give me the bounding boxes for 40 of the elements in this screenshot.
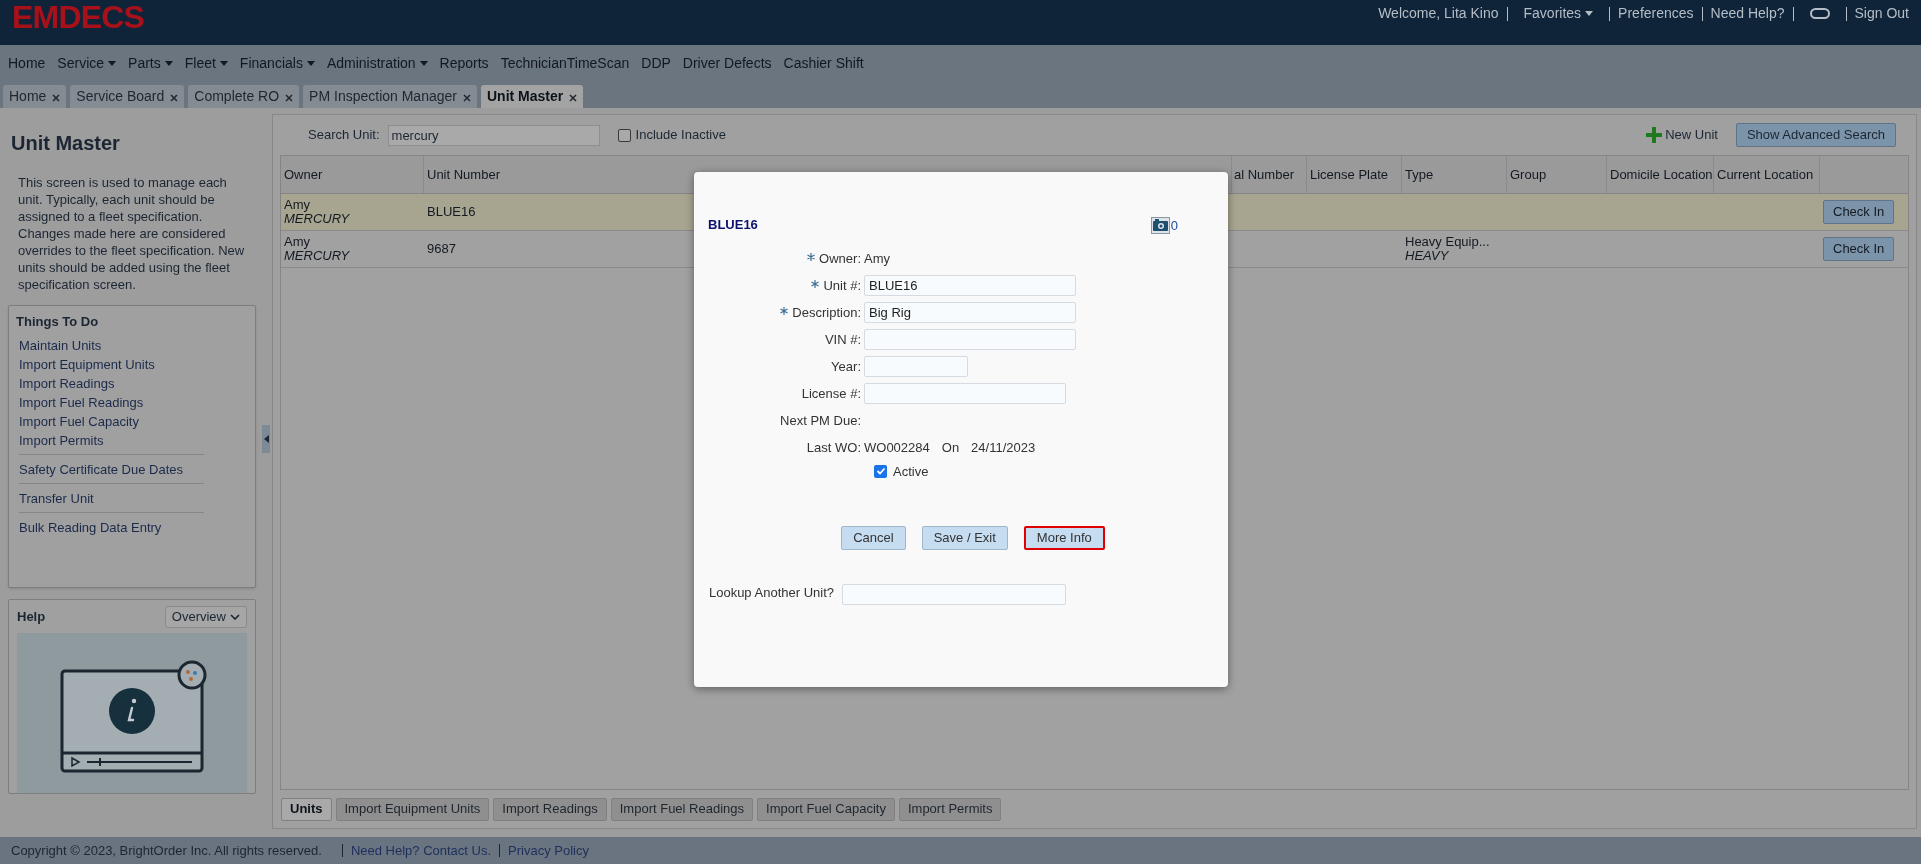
checkbox-label: Include Inactive — [635, 126, 726, 145]
type-name: Heavy Equip... — [1405, 235, 1491, 249]
page-title: Unit Master — [11, 131, 121, 156]
field-label: Next PM Due: — [780, 411, 861, 430]
logo: EMDECS — [12, 0, 145, 34]
column-header: License Plate — [1307, 156, 1402, 193]
search-label: Search Unit: — [308, 126, 380, 145]
unit-number: BLUE16 — [427, 203, 476, 222]
dialog-title: BLUE16 — [708, 216, 758, 234]
photo-count: 0 — [1170, 217, 1178, 235]
field-value: Amy — [864, 249, 890, 268]
lookup-label: Lookup Another Unit? — [707, 584, 834, 601]
field-label: Owner: — [819, 249, 861, 268]
field-label: Description: — [792, 303, 861, 322]
owner-name: Amy — [284, 235, 311, 249]
column-header: Group — [1507, 156, 1607, 193]
description-text: This screen is used to manage each unit. Typically, each unit should be assigned to a fleet specification. Changes made here are considered overrides to the fleet specification. New units should be added using the fleet specification screen. — [18, 174, 246, 293]
field-label: Unit #: — [823, 276, 861, 295]
column-header: Type — [1402, 156, 1507, 193]
field-label: Last WO: — [806, 438, 861, 457]
owner-group: MERCURY — [284, 212, 424, 226]
field-label: License #: — [801, 384, 861, 403]
owner-name: Amy — [284, 198, 311, 212]
work-order-number: WO002284 — [864, 438, 930, 457]
field-label: VIN #: — [824, 330, 861, 349]
panel-title: Help — [17, 608, 46, 626]
field-label: Year: — [831, 357, 861, 376]
on-label: On — [941, 438, 960, 457]
panel-title: Things To Do — [16, 313, 100, 331]
type-code: HEAVY — [1405, 249, 1449, 263]
column-header: al Number — [1232, 156, 1307, 193]
unit-number: 9687 — [427, 240, 456, 259]
column-header: Owner — [281, 156, 424, 193]
column-header: Domicile Location — [1607, 156, 1714, 193]
owner-group: MERCURY — [284, 249, 424, 263]
welcome-text: Welcome, Lita Kino — [1378, 4, 1499, 23]
work-order-date: 24/11/2023 — [971, 438, 1036, 457]
column-header: Current Location — [1714, 156, 1820, 193]
copyright-text: Copyright © 2023, BrightOrder Inc. All rights reserved. — [11, 841, 322, 860]
checkbox-label: Active — [893, 462, 929, 481]
